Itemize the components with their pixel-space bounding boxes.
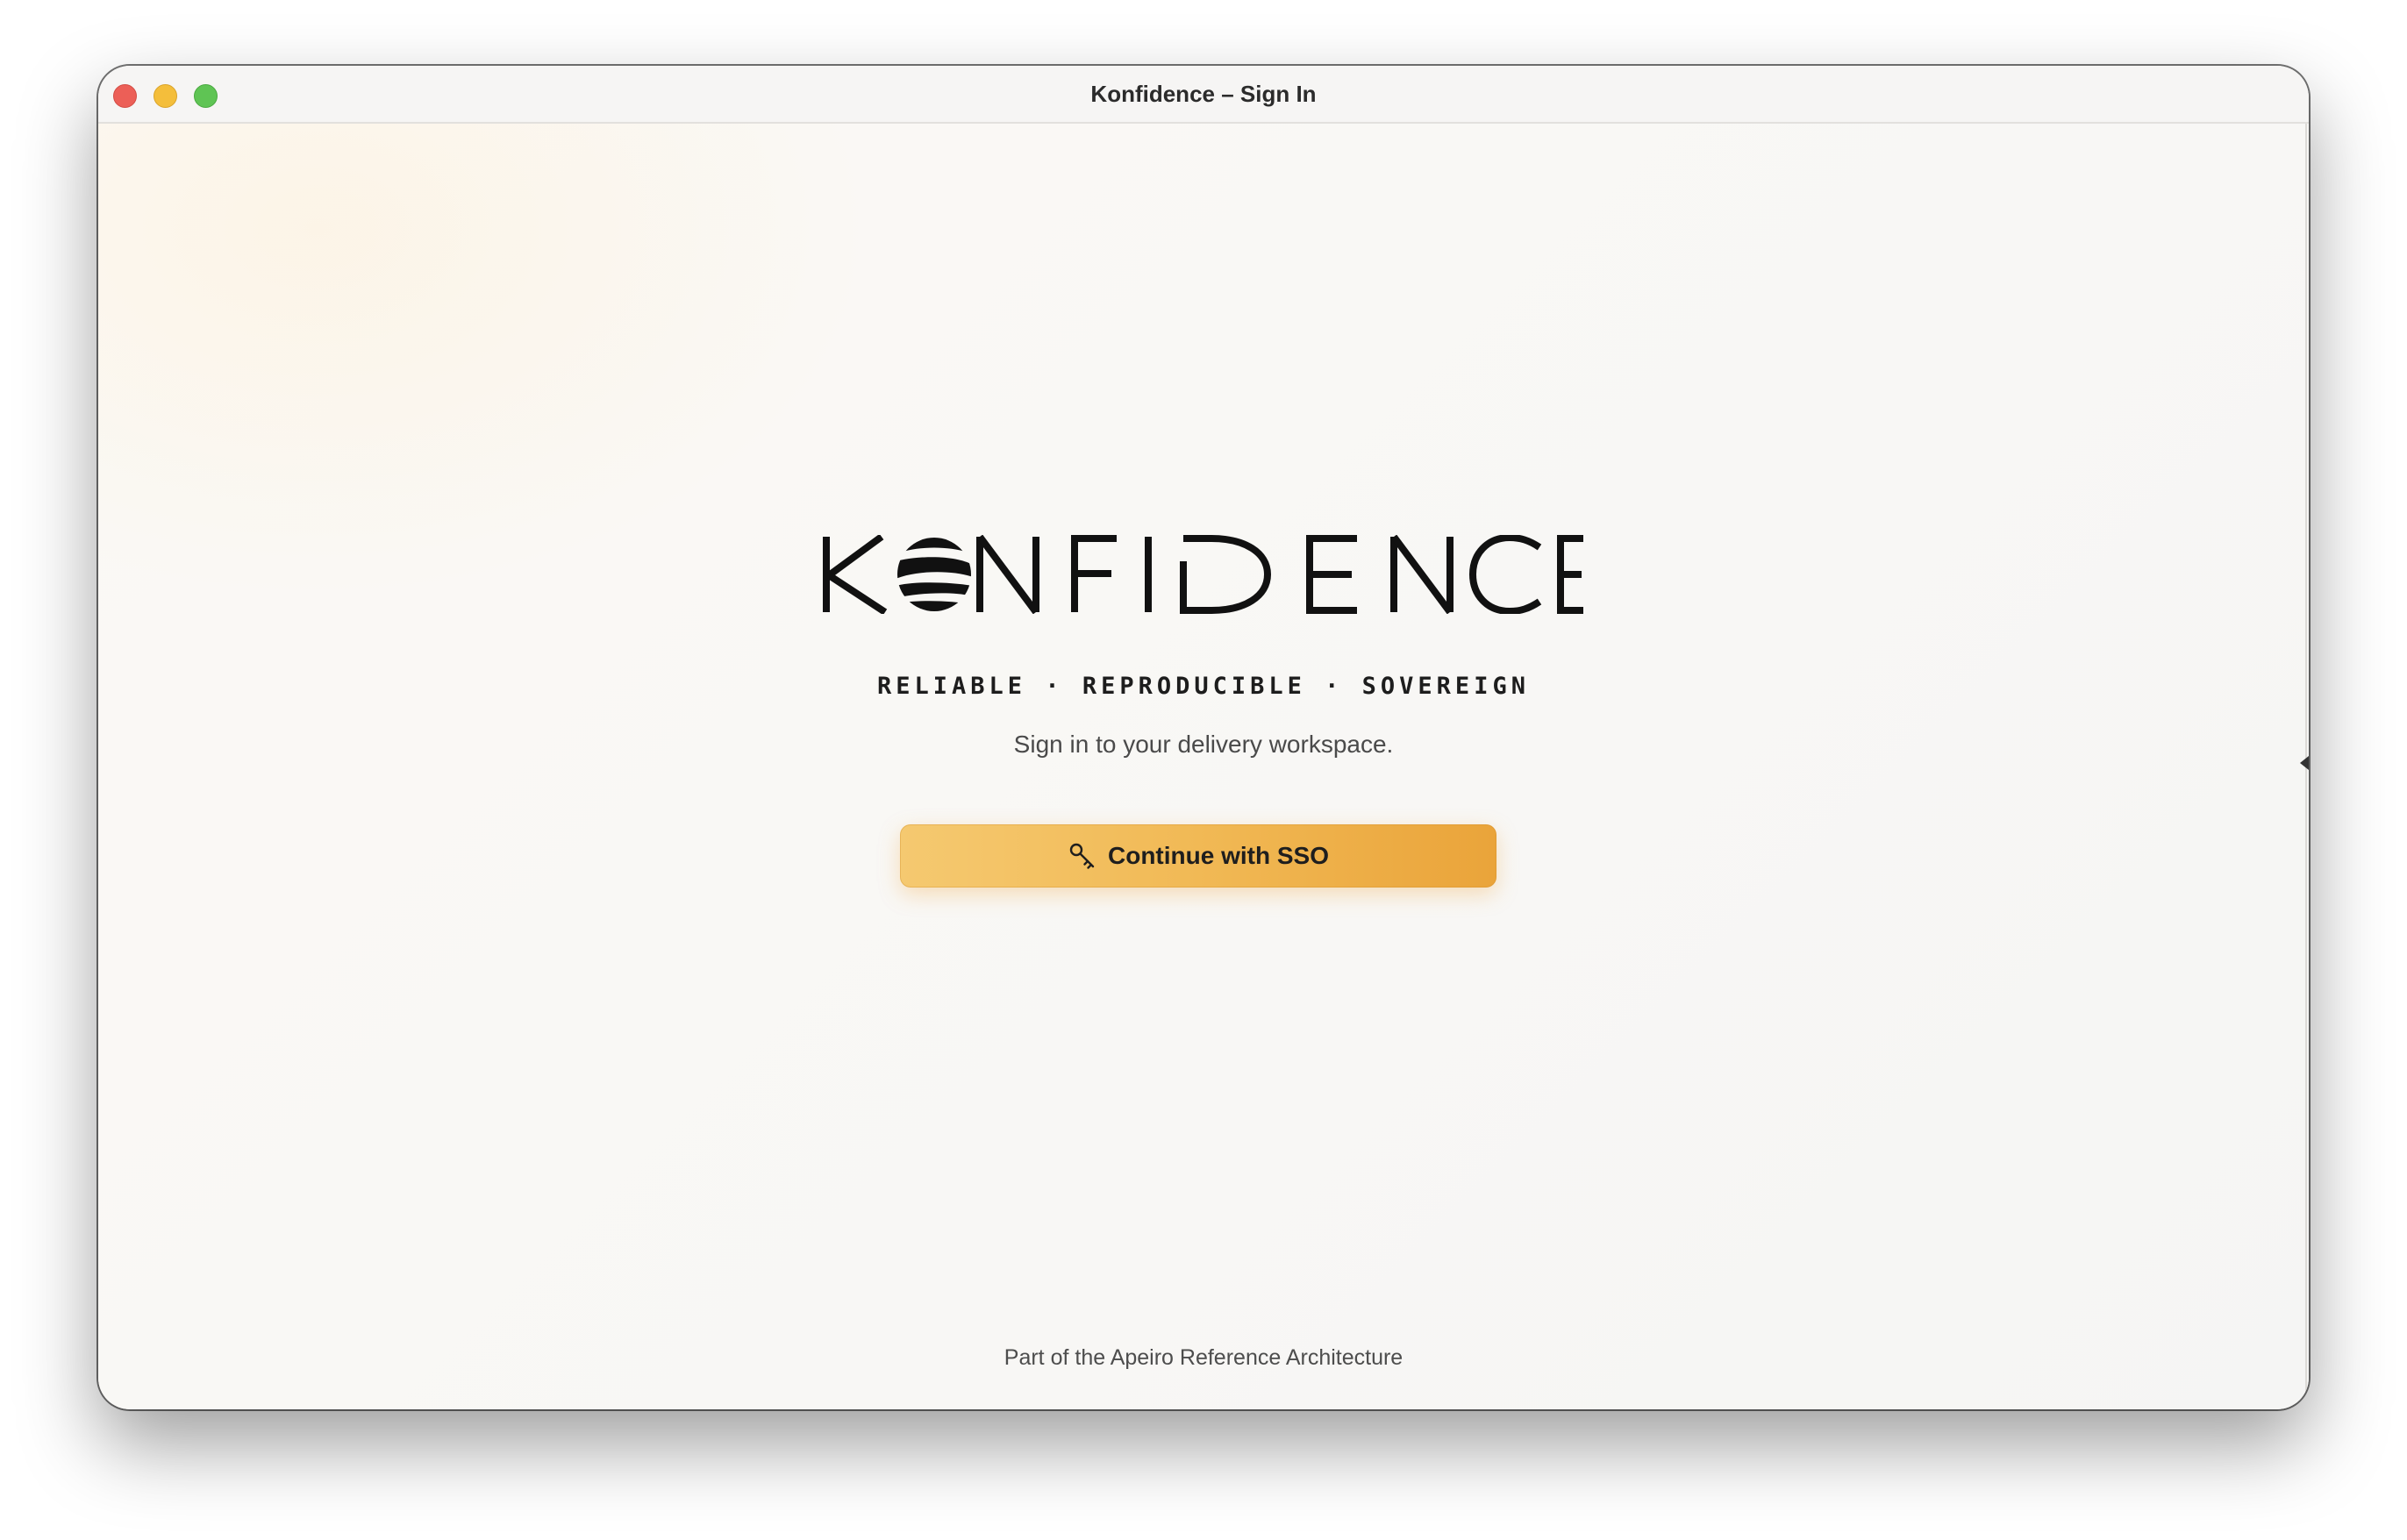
title-bar[interactable]: Konfidence – Sign In [98,66,2309,124]
app-window: Konfidence – Sign In RELIABLE · REPRODUC… [98,66,2309,1409]
sso-button-label: Continue with SSO [1108,842,1329,869]
continue-with-sso-button[interactable]: Continue with SSO [900,824,1496,888]
sign-in-page [98,124,2309,1409]
brand-tagline: RELIABLE · REPRODUCIBLE · SOVEREIGN [877,673,1530,700]
sign-in-subtitle: Sign in to your delivery workspace. [1013,731,1394,758]
konfidence-logo [823,535,1583,614]
globe-o-icon [897,538,971,611]
key-icon [1069,843,1095,869]
window-title: Konfidence – Sign In [1090,81,1317,107]
footer-text: Part of the Apeiro Reference Architectur… [1004,1345,1403,1370]
